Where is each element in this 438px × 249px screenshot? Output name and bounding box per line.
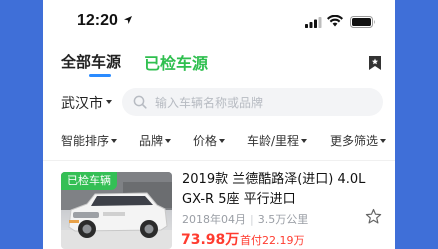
cellular-signal-icon — [305, 17, 322, 28]
status-time: 12:20 — [77, 12, 118, 29]
battery-icon — [350, 16, 375, 28]
filter-bar: 智能排序 品牌 价格 车龄/里程 更多筛选 — [43, 132, 395, 152]
filter-sort[interactable]: 智能排序 — [61, 132, 118, 149]
search-input[interactable]: 输入车辆名称或品牌 — [122, 88, 383, 116]
car-title[interactable]: 2019款 兰德酷路泽(进口) 4.0L GX-R 5座 平行进口 — [182, 170, 387, 210]
status-bar: 12:20 — [43, 0, 395, 42]
filter-label: 品牌 — [139, 134, 164, 148]
chevron-down-icon — [111, 138, 118, 143]
filter-more[interactable]: 更多筛选 — [330, 132, 387, 149]
app-screen: 12:20 全部车源 已检车源 武汉市 输入车辆名称或品牌 智能排序 品牌 价格… — [43, 0, 395, 249]
city-selector[interactable]: 武汉市 — [61, 93, 103, 113]
filter-age-mileage[interactable]: 车龄/里程 — [247, 132, 308, 149]
car-mileage: 3.5万公里 — [257, 213, 309, 226]
tab-inspected-cars[interactable]: 已检车源 — [144, 50, 208, 74]
search-placeholder: 输入车辆名称或品牌 — [155, 96, 264, 110]
chevron-down-icon — [380, 138, 387, 143]
chevron-down-icon — [219, 138, 226, 143]
car-meta: 2018年04月 | 3.5万公里 — [182, 211, 308, 227]
search-icon — [133, 95, 147, 109]
divider — [43, 160, 395, 161]
meta-separator: | — [250, 213, 254, 226]
chevron-down-icon — [301, 138, 308, 143]
car-down-payment: 首付22.19万 — [240, 234, 305, 247]
filter-price[interactable]: 价格 — [193, 132, 226, 149]
location-arrow-icon — [124, 16, 132, 24]
car-price: 73.98万 — [181, 232, 240, 248]
chevron-down-icon — [165, 138, 172, 143]
filter-brand[interactable]: 品牌 — [139, 132, 172, 149]
city-caret-icon — [106, 100, 112, 104]
source-tabs: 全部车源 已检车源 — [43, 46, 395, 80]
car-photo[interactable]: 已检车辆 — [61, 172, 172, 249]
filter-label: 价格 — [193, 134, 218, 148]
wifi-icon — [327, 15, 343, 27]
car-year: 2018年04月 — [182, 213, 246, 226]
active-tab-indicator — [89, 74, 111, 77]
tab-all-cars[interactable]: 全部车源 — [61, 51, 121, 72]
star-icon[interactable] — [365, 208, 382, 225]
filter-label: 车龄/里程 — [247, 134, 300, 148]
inspected-badge: 已检车辆 — [61, 172, 117, 190]
filter-label: 智能排序 — [61, 134, 110, 148]
bookmark-icon[interactable] — [368, 55, 382, 71]
filter-label: 更多筛选 — [330, 134, 379, 148]
